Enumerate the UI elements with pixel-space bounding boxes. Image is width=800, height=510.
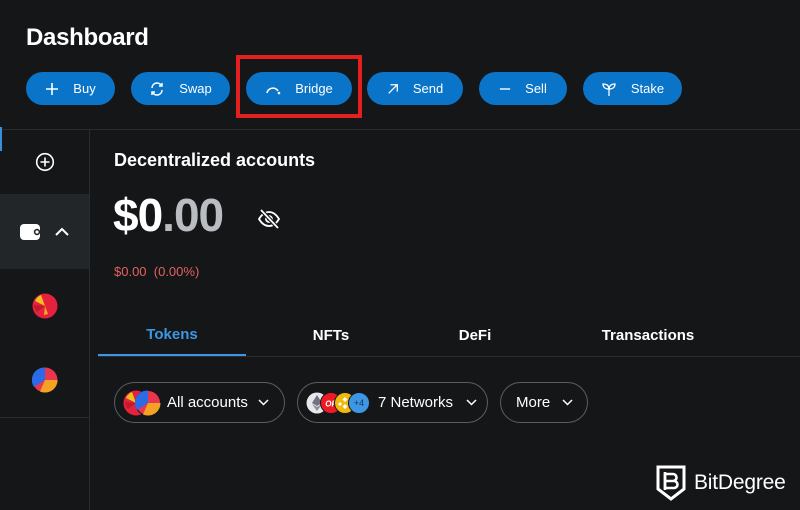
sell-label: Sell (525, 81, 547, 96)
more-filter-label: More (516, 394, 551, 411)
bitdegree-shield-icon (656, 465, 686, 501)
wallet-icon (19, 223, 40, 240)
balance-change: $0.00 (0.00%) (114, 264, 200, 279)
swap-icon (151, 81, 163, 96)
chevron-down-icon (258, 399, 269, 406)
minus-icon (500, 87, 511, 90)
divider (0, 417, 89, 418)
sidebar-account-1[interactable] (0, 276, 89, 336)
wallet-group-toggle[interactable] (0, 194, 89, 269)
stake-label: Stake (630, 81, 665, 96)
balance-whole: $0 (113, 189, 163, 241)
tab-defi[interactable]: DeFi (418, 315, 532, 356)
tab-nfts[interactable]: NFTs (266, 315, 396, 356)
total-balance: $0.00 (113, 188, 224, 242)
account-avatar-icon (31, 367, 58, 393)
asset-tabs: Tokens NFTs DeFi Transactions (98, 315, 800, 357)
buy-button[interactable]: Buy (26, 72, 115, 105)
balance-dot: . (162, 189, 175, 241)
plus-icon (46, 82, 59, 95)
chevron-down-icon (466, 399, 477, 406)
balance-cents: 00 (173, 189, 224, 241)
action-bar: Buy Swap Bridge Send Sell Stake (0, 72, 800, 106)
account-avatar-icon (32, 293, 57, 319)
send-button[interactable]: Send (367, 72, 463, 105)
add-account-button[interactable] (0, 130, 89, 194)
chevron-down-icon (562, 399, 573, 406)
networks-filter-label: 7 Networks (378, 394, 454, 411)
section-title: Decentralized accounts (114, 150, 316, 170)
accounts-filter-dropdown[interactable]: All accounts (114, 382, 285, 423)
send-label: Send (412, 81, 444, 96)
bitdegree-watermark: BitDegree (656, 465, 786, 501)
eye-slash-icon[interactable] (257, 208, 281, 230)
networks-filter-dropdown[interactable]: OP +4 7 Networks (297, 382, 488, 423)
tab-tokens[interactable]: Tokens (98, 315, 246, 356)
more-filter-dropdown[interactable]: More (500, 382, 588, 423)
plus-circle-icon (35, 152, 54, 172)
buy-label: Buy (73, 81, 96, 96)
stake-button[interactable]: Stake (583, 72, 682, 105)
chevron-up-icon (54, 227, 69, 236)
more-networks-count: +4 (353, 397, 365, 408)
filter-bar: All accounts OP +4 7 Networks More (91, 382, 800, 424)
accounts-filter-label: All accounts (167, 394, 248, 411)
accounts-avatars (123, 389, 161, 416)
tab-transactions[interactable]: Transactions (578, 315, 718, 356)
page-title: Dashboard (26, 24, 149, 51)
account-avatar-icon (135, 389, 161, 416)
network-icons: OP +4 (306, 391, 370, 414)
swap-label: Swap (179, 81, 212, 96)
main-panel: Decentralized accounts $0.00 $0.00 (0.00… (91, 130, 800, 510)
highlight-annotation (236, 55, 362, 118)
sell-button[interactable]: Sell (479, 72, 567, 105)
sidebar (0, 130, 90, 510)
sprout-icon (602, 82, 616, 96)
watermark-text: BitDegree (694, 471, 786, 494)
swap-button[interactable]: Swap (131, 72, 230, 105)
sidebar-account-2[interactable] (0, 350, 89, 410)
arrow-up-right-icon (388, 83, 398, 94)
